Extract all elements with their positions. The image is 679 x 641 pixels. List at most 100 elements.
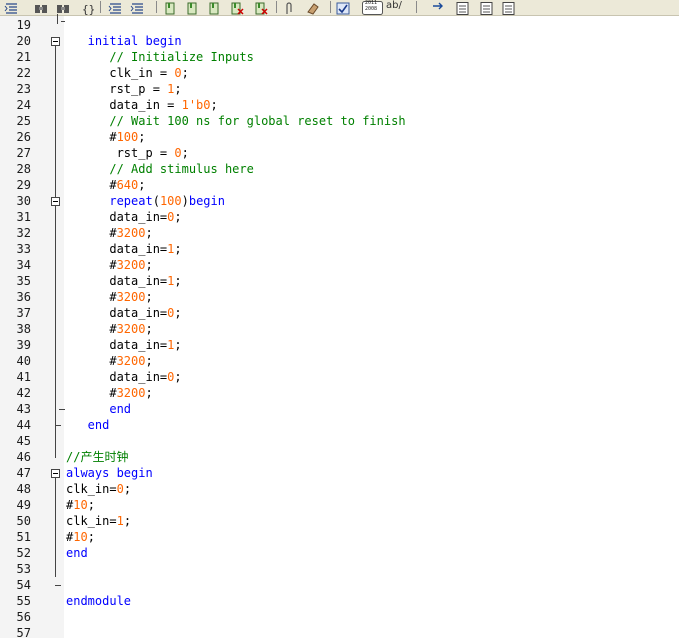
- code-line[interactable]: 53: [0, 561, 679, 577]
- binary-icon-label: 2011 2008: [365, 0, 378, 12]
- code-token: end: [66, 546, 88, 560]
- bookmark-clear-icon[interactable]: [230, 0, 245, 15]
- code-line[interactable]: 44 end: [0, 417, 679, 433]
- code-line[interactable]: 55 endmodule: [0, 593, 679, 609]
- code-line[interactable]: 50 clk_in=1;: [0, 513, 679, 529]
- line-number: 40: [16, 354, 31, 368]
- code-line[interactable]: 57: [0, 625, 679, 641]
- code-text: //产生时钟: [66, 449, 128, 465]
- code-line[interactable]: 45: [0, 433, 679, 449]
- arrow-icon[interactable]: [432, 0, 447, 13]
- line-number: 45: [16, 434, 31, 448]
- code-line[interactable]: 30 repeat(100)begin: [0, 193, 679, 209]
- code-line[interactable]: 39 data_in=1;: [0, 337, 679, 353]
- code-line[interactable]: 25 // Wait 100 ns for global reset to fi…: [0, 113, 679, 129]
- code-token: //产生时钟: [66, 450, 129, 464]
- code-token: data_in=: [66, 210, 168, 224]
- code-line[interactable]: 19: [0, 17, 679, 33]
- code-token: ;: [181, 66, 189, 80]
- bookmark-icon[interactable]: [164, 0, 179, 15]
- fold-guide: [55, 585, 61, 586]
- replace-icon[interactable]: [56, 0, 71, 13]
- indent-icon[interactable]: [108, 0, 123, 14]
- code-line[interactable]: 51 #10;: [0, 529, 679, 545]
- fold-toggle-icon[interactable]: [51, 469, 60, 478]
- code-line[interactable]: 52 end: [0, 545, 679, 561]
- code-text: #3200;: [66, 385, 153, 401]
- code-line[interactable]: 27 rst_p = 0;: [0, 145, 679, 161]
- code-line[interactable]: 38 #3200;: [0, 321, 679, 337]
- code-line[interactable]: 28 // Add stimulus here: [0, 161, 679, 177]
- page-next-icon[interactable]: [502, 0, 517, 15]
- line-number: 48: [16, 482, 31, 496]
- line-number: 37: [16, 306, 31, 320]
- code-text: #10;: [66, 497, 95, 513]
- line-number: 36: [16, 290, 31, 304]
- line-number: 29: [16, 178, 31, 192]
- code-line[interactable]: 20 initial begin: [0, 33, 679, 49]
- bookmark-next-icon[interactable]: [186, 0, 201, 15]
- code-line[interactable]: 35 data_in=1;: [0, 273, 679, 289]
- code-token: #: [66, 258, 117, 272]
- fold-guide: [59, 409, 65, 410]
- line-number: 54: [16, 578, 31, 592]
- code-text: #3200;: [66, 321, 152, 337]
- code-token: clk_in=: [66, 482, 117, 496]
- binary-icon[interactable]: 2011 2008: [362, 0, 384, 15]
- code-line[interactable]: 31 data_in=0;: [0, 209, 679, 225]
- check-icon[interactable]: [336, 0, 351, 15]
- code-token: #: [66, 130, 117, 144]
- code-text: repeat(100)begin: [66, 193, 225, 209]
- line-number: 33: [16, 242, 31, 256]
- code-text: always begin: [66, 465, 153, 481]
- code-line[interactable]: 33 data_in=1;: [0, 241, 679, 257]
- code-line[interactable]: 22 clk_in = 0;: [0, 65, 679, 81]
- code-line[interactable]: 26 #100;: [0, 129, 679, 145]
- code-line[interactable]: 56: [0, 609, 679, 625]
- code-text: #3200;: [66, 289, 152, 305]
- code-token: #: [66, 386, 117, 400]
- line-number: 39: [16, 338, 31, 352]
- svg-text:{}: {}: [82, 3, 94, 15]
- page-icon[interactable]: [456, 0, 471, 15]
- code-line[interactable]: 49 #10;: [0, 497, 679, 513]
- code-line[interactable]: 48 clk_in=0;: [0, 481, 679, 497]
- outdent-icon[interactable]: [130, 0, 145, 14]
- code-line[interactable]: 23 rst_p = 1;: [0, 81, 679, 97]
- line-number: 44: [16, 418, 31, 432]
- fold-toggle-icon[interactable]: [51, 37, 60, 46]
- code-line[interactable]: 32 #3200;: [0, 225, 679, 241]
- code-line[interactable]: 43 end: [0, 401, 679, 417]
- code-token: ;: [145, 386, 153, 400]
- eraser-icon[interactable]: [306, 0, 321, 15]
- code-line[interactable]: 37 data_in=0;: [0, 305, 679, 321]
- code-line[interactable]: 46 //产生时钟: [0, 449, 679, 465]
- find-icon[interactable]: [34, 0, 49, 13]
- align-icon[interactable]: [4, 0, 19, 14]
- bookmark-prev-icon[interactable]: [208, 0, 223, 15]
- code-line[interactable]: 29 #640;: [0, 177, 679, 193]
- bookmark-clear-all-icon[interactable]: [254, 0, 269, 15]
- code-line[interactable]: 47 always begin: [0, 465, 679, 481]
- code-line[interactable]: 40 #3200;: [0, 353, 679, 369]
- brace-icon[interactable]: {}: [80, 0, 95, 15]
- code-line[interactable]: 42 #3200;: [0, 385, 679, 401]
- spell-icon[interactable]: ab/: [386, 0, 402, 13]
- code-line[interactable]: 21 // Initialize Inputs: [0, 49, 679, 65]
- code-token: 0: [174, 66, 182, 80]
- attach-icon[interactable]: [282, 0, 297, 14]
- code-token: ;: [123, 482, 132, 496]
- fold-toggle-icon[interactable]: [51, 197, 60, 206]
- page-prev-icon[interactable]: [480, 0, 495, 15]
- code-line[interactable]: 24 data_in = 1'b0;: [0, 97, 679, 113]
- line-number: 27: [16, 146, 31, 160]
- code-line[interactable]: 34 #3200;: [0, 257, 679, 273]
- code-line[interactable]: 41 data_in=0;: [0, 369, 679, 385]
- fold-guide: [55, 478, 56, 577]
- code-line[interactable]: 54: [0, 577, 679, 593]
- code-token: begin: [188, 194, 225, 208]
- toolbar-separator: [276, 1, 277, 13]
- code-line[interactable]: 36 #3200;: [0, 289, 679, 305]
- code-token: 0: [174, 146, 182, 160]
- code-token: ;: [123, 514, 132, 528]
